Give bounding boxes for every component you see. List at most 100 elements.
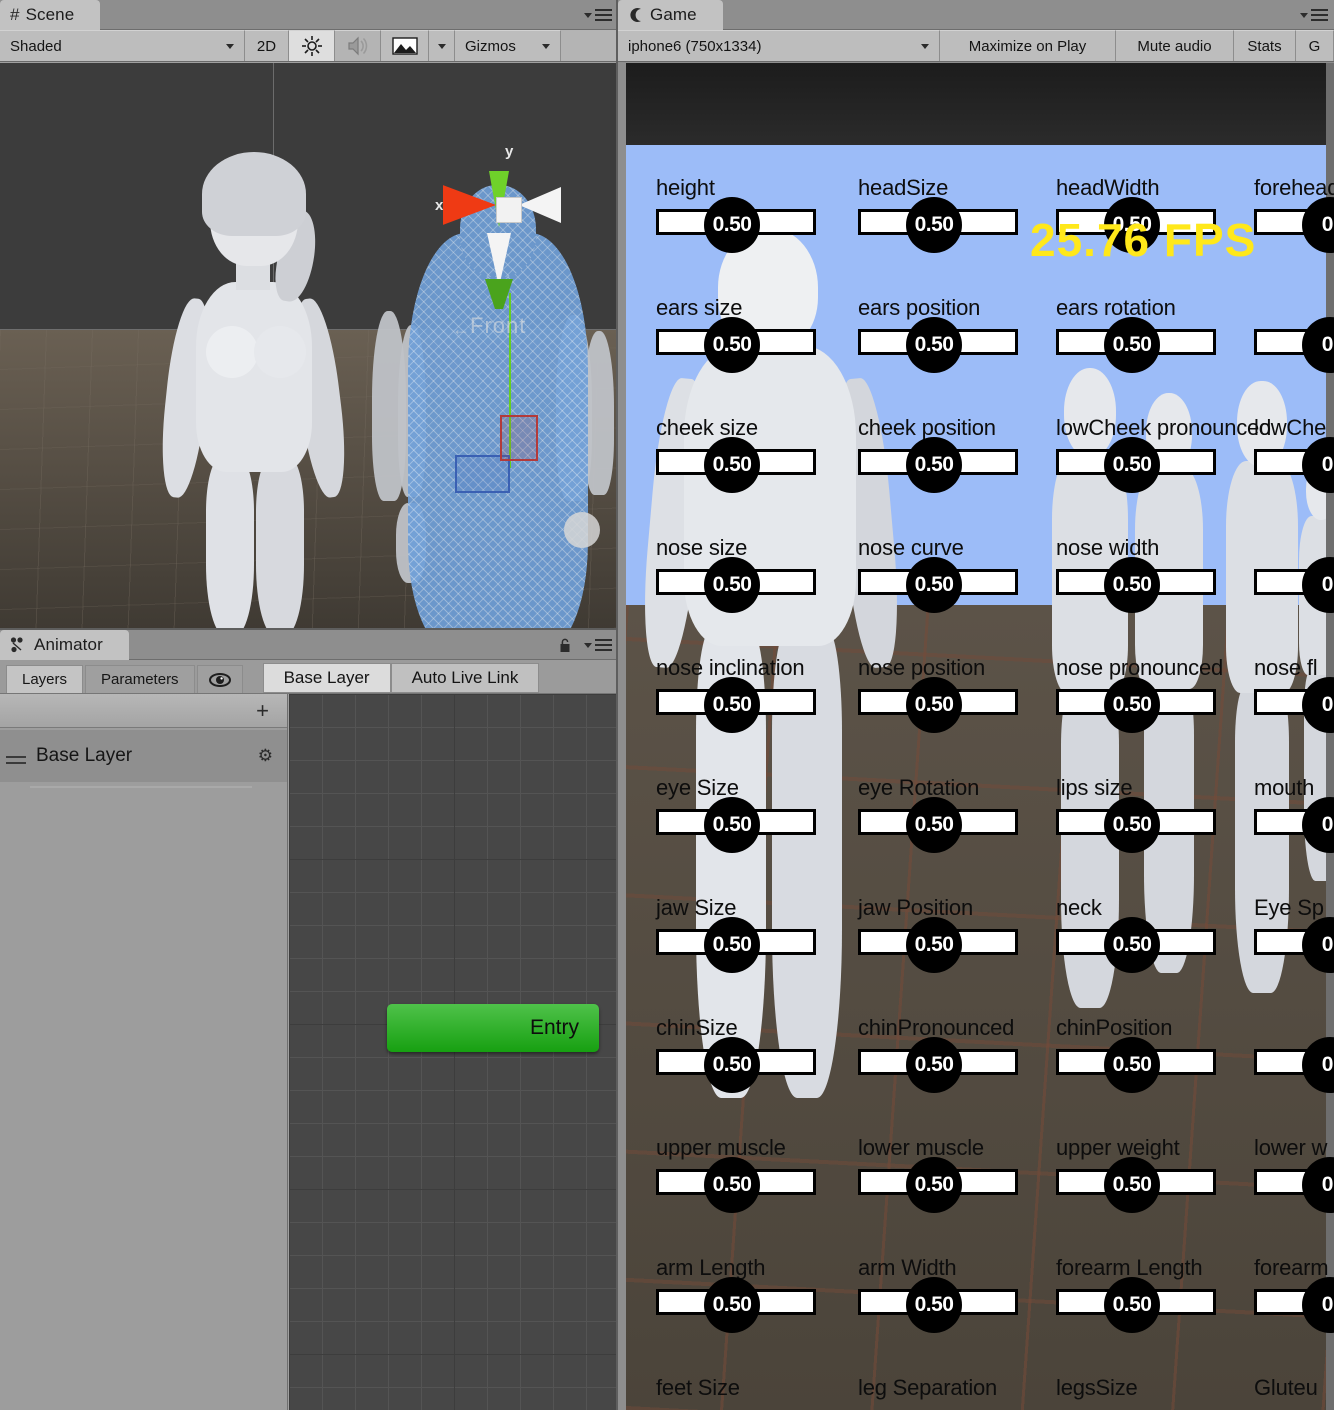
slider-knob[interactable]: 0.50 xyxy=(704,1037,760,1093)
slider-knob[interactable]: 0.50 xyxy=(906,917,962,973)
slider-knob[interactable]: 0.50 xyxy=(1104,557,1160,613)
slider-knob[interactable]: 0.50 xyxy=(704,1277,760,1333)
tab-animator[interactable]: Animator xyxy=(0,630,129,660)
game-tabstrip: Game xyxy=(618,0,1334,30)
game-panel-menu[interactable] xyxy=(1300,6,1328,24)
scene-fx-toggle[interactable] xyxy=(381,30,429,61)
scene-2d-toggle[interactable]: 2D xyxy=(245,30,289,61)
slider-knob[interactable]: 0.50 xyxy=(906,317,962,373)
animator-panel-menu[interactable] xyxy=(559,636,612,654)
slider-knob[interactable]: 0.50 xyxy=(1104,1037,1160,1093)
animator-layers-pane: + Base Layer ⚙ xyxy=(0,694,288,1410)
lock-icon[interactable] xyxy=(559,638,571,653)
stats-button[interactable]: Stats xyxy=(1234,30,1296,61)
scene-audio-toggle[interactable] xyxy=(335,30,381,61)
animator-subtabs: Layers Parameters Base Layer Auto Live L… xyxy=(0,660,618,694)
slider-label: lowCheek pronounced xyxy=(1056,415,1272,440)
slider-knob[interactable]: 0.50 xyxy=(1104,1277,1160,1333)
slider-knob[interactable]: 0.50 xyxy=(1104,317,1160,373)
slider-knob[interactable]: 0.50 xyxy=(704,197,760,253)
mute-audio-label: Mute audio xyxy=(1137,37,1212,55)
slider-label: chinPosition xyxy=(1056,1015,1173,1040)
slider-label: ears position xyxy=(858,295,981,320)
gear-icon[interactable]: ⚙ xyxy=(258,746,273,766)
sun-icon xyxy=(301,36,322,56)
tab-parameters-label: Parameters xyxy=(101,671,179,688)
drag-handle-icon[interactable] xyxy=(6,752,26,768)
grid-hash-icon: # xyxy=(10,5,20,24)
slider-label: jaw Position xyxy=(858,895,973,920)
scene-panel-menu[interactable] xyxy=(584,6,612,24)
animator-visibility-toggle[interactable] xyxy=(196,665,243,693)
slider-label: nose fl xyxy=(1254,655,1318,680)
scene-sphere-handle[interactable] xyxy=(564,512,600,548)
chevron-down-icon xyxy=(1300,12,1308,18)
slider-knob[interactable]: 0.50 xyxy=(906,557,962,613)
slider-knob[interactable]: 0.50 xyxy=(704,437,760,493)
slider-knob[interactable]: 0.50 xyxy=(1104,1157,1160,1213)
hamburger-icon xyxy=(595,6,612,24)
slider-knob[interactable]: 0.50 xyxy=(704,317,760,373)
slider-label: eye Rotation xyxy=(858,775,980,800)
scene-fx-dropdown[interactable] xyxy=(429,30,455,61)
slider-knob[interactable]: 0.50 xyxy=(906,437,962,493)
animator-state-machine-graph[interactable]: Entry xyxy=(289,694,618,1410)
slider-label: cheek size xyxy=(656,415,758,440)
slider-knob[interactable]: 0.50 xyxy=(906,677,962,733)
slider-knob[interactable]: 0. xyxy=(1302,797,1334,853)
slider-knob[interactable]: 0.50 xyxy=(906,1277,962,1333)
slider-knob[interactable]: 0.50 xyxy=(704,557,760,613)
game-gizmos-button[interactable]: G xyxy=(1296,30,1334,61)
slider-knob[interactable]: 0.50 xyxy=(1104,677,1160,733)
animator-layer-row[interactable]: Base Layer ⚙ xyxy=(0,730,287,782)
tab-parameters[interactable]: Parameters xyxy=(85,665,195,693)
gizmo-center-handle[interactable] xyxy=(496,197,522,223)
slider-label: lowChe xyxy=(1254,415,1327,440)
scene-gizmos-dropdown[interactable]: Gizmos xyxy=(455,30,561,61)
maximize-on-play-button[interactable]: Maximize on Play xyxy=(940,30,1116,61)
slider-knob[interactable]: 0. xyxy=(1302,677,1334,733)
tab-scene[interactable]: # Scene xyxy=(0,0,101,30)
animator-auto-live-link[interactable]: Auto Live Link xyxy=(390,663,540,693)
game-viewport[interactable]: 25.76 FPS height 0.50 headSize 0.50 headWidt… xyxy=(626,63,1334,1410)
animator-entry-node[interactable]: Entry xyxy=(387,1004,599,1052)
slider-knob[interactable]: 0. xyxy=(1302,317,1334,373)
tab-game[interactable]: Game xyxy=(618,0,723,30)
slider-knob[interactable]: 0. xyxy=(1302,1157,1334,1213)
scene-drawmode-dropdown[interactable]: Shaded xyxy=(0,30,245,61)
slider-knob[interactable]: 0.50 xyxy=(704,797,760,853)
scene-drawmode-label: Shaded xyxy=(10,37,62,55)
slider-knob[interactable]: 0. xyxy=(1302,1037,1334,1093)
slider-knob[interactable]: 0. xyxy=(1302,557,1334,613)
add-layer-plus-icon[interactable]: + xyxy=(256,698,269,724)
tab-layers[interactable]: Layers xyxy=(6,665,84,693)
slider-knob[interactable]: 0.50 xyxy=(906,1157,962,1213)
slider-knob[interactable]: 0. xyxy=(1302,437,1334,493)
slider-knob[interactable]: 0. xyxy=(1302,917,1334,973)
slider-knob[interactable]: 0.50 xyxy=(1104,797,1160,853)
hamburger-icon xyxy=(1311,6,1328,24)
slider-knob[interactable]: 0. xyxy=(1302,1277,1334,1333)
slider-knob[interactable]: 0.50 xyxy=(704,1157,760,1213)
gizmo-axis-x-neg-arrow xyxy=(519,187,561,223)
slider-label: nose width xyxy=(1056,535,1160,560)
mute-audio-button[interactable]: Mute audio xyxy=(1116,30,1234,61)
scene-move-gizmo[interactable]: y x xyxy=(435,143,583,309)
slider-knob[interactable]: 0.50 xyxy=(1104,917,1160,973)
slider-knob[interactable]: 0.50 xyxy=(906,1037,962,1093)
slider-knob[interactable]: 0.50 xyxy=(704,677,760,733)
scene-lighting-toggle[interactable] xyxy=(289,30,335,61)
animator-panel: Animator Layers Parameters Base Layer Au… xyxy=(0,630,618,1410)
animator-breadcrumb-baselayer[interactable]: Base Layer xyxy=(262,663,391,693)
animator-layer-weight-slider[interactable] xyxy=(30,786,252,788)
slider-knob[interactable]: 0.50 xyxy=(1104,437,1160,493)
gizmo-x-label: x xyxy=(435,197,444,214)
animator-add-layer-bar[interactable]: + xyxy=(0,694,287,728)
scene-viewport[interactable]: ← Front y x xyxy=(0,63,618,630)
slider-knob[interactable]: 0.50 xyxy=(906,797,962,853)
slider-knob[interactable]: 0.50 xyxy=(906,197,962,253)
game-resolution-dropdown[interactable]: iphone6 (750x1334) xyxy=(618,30,940,61)
animator-auto-live-link-label: Auto Live Link xyxy=(411,668,519,687)
slider-knob[interactable]: 0. xyxy=(1302,197,1334,253)
slider-knob[interactable]: 0.50 xyxy=(704,917,760,973)
